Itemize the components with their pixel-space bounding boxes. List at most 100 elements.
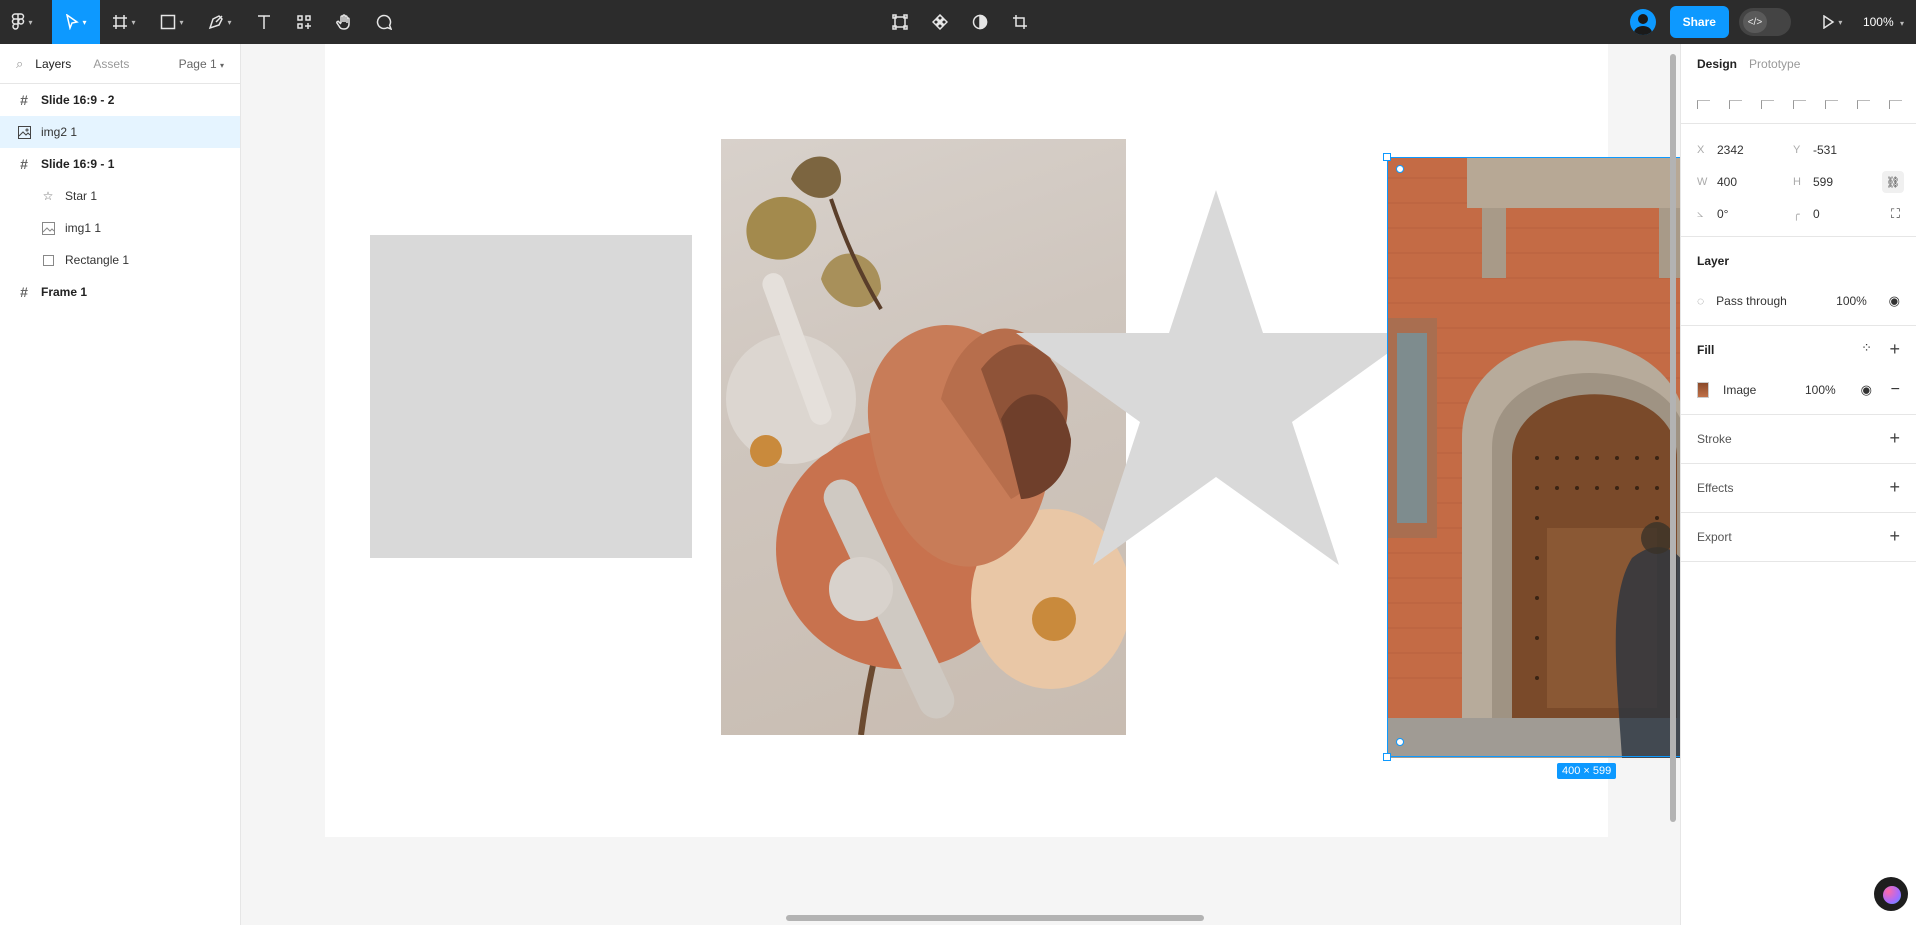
tab-assets[interactable]: Assets <box>93 57 129 71</box>
text-tool-button[interactable] <box>244 0 284 44</box>
tab-prototype[interactable]: Prototype <box>1749 57 1800 71</box>
cursor-icon <box>66 14 80 30</box>
frame-icon: # <box>20 156 28 172</box>
remove-fill-icon[interactable]: − <box>1891 381 1900 399</box>
align-bottom-icon[interactable] <box>1855 97 1873 111</box>
width-input[interactable]: 400 <box>1717 175 1793 189</box>
search-icon[interactable]: ⌕ <box>16 56 23 72</box>
rotation-icon: ⦣ <box>1697 207 1704 220</box>
fill-section-title: Fill <box>1697 343 1715 357</box>
corner-radius-input[interactable]: 0 <box>1813 207 1889 221</box>
position-size-section: X 2342 Y -531 W 400 H 599 ⛓ ⦣ 0° ╭ 0 ⛶ <box>1681 124 1916 237</box>
layer-label: Star 1 <box>65 189 98 203</box>
rotation-input[interactable]: 0° <box>1717 207 1793 221</box>
edit-icon <box>892 14 908 30</box>
ai-assistant-icon[interactable] <box>1874 877 1908 911</box>
x-input[interactable]: 2342 <box>1717 143 1793 157</box>
chevron-down-icon: ▾ <box>179 17 184 27</box>
tab-layers[interactable]: Layers <box>35 57 71 71</box>
add-export-icon[interactable]: + <box>1889 527 1900 545</box>
align-top-icon[interactable] <box>1791 97 1809 111</box>
resources-button[interactable] <box>284 0 324 44</box>
hand-tool-button[interactable] <box>324 0 364 44</box>
shape-tool-button[interactable]: ▾ <box>148 0 196 44</box>
layer-item-selected[interactable]: img2 1 <box>0 116 240 148</box>
move-tool-button[interactable]: ▾ <box>52 0 100 44</box>
zoom-dropdown[interactable]: 100% ▾ <box>1863 15 1904 29</box>
align-right-icon[interactable] <box>1759 97 1777 111</box>
crop-button[interactable] <box>1000 0 1040 44</box>
tab-design[interactable]: Design <box>1697 57 1737 71</box>
selection-size-badge: 400 × 599 <box>1557 763 1617 779</box>
canvas[interactable]: 400 × 599 <box>241 44 1680 925</box>
constrain-proportions-icon[interactable]: ⛓ <box>1882 171 1904 193</box>
height-input[interactable]: 599 <box>1813 175 1889 189</box>
figma-logo-icon <box>12 13 25 30</box>
chevron-down-icon: ▾ <box>227 17 232 27</box>
star-1-shape[interactable] <box>1016 190 1416 570</box>
align-horizontal-center-icon[interactable] <box>1727 97 1745 111</box>
corner-radius-handle-bottom[interactable] <box>1396 738 1404 746</box>
add-fill-icon[interactable]: + <box>1889 340 1900 358</box>
add-effect-icon[interactable]: + <box>1889 478 1900 496</box>
page-selector[interactable]: Page 1 ▾ <box>179 57 224 71</box>
text-icon <box>258 15 270 29</box>
layer-item[interactable]: img1 1 <box>0 212 240 244</box>
share-button[interactable]: Share <box>1669 6 1729 38</box>
rectangle-icon <box>41 253 55 267</box>
align-vertical-center-icon[interactable] <box>1823 97 1841 111</box>
layer-label: Rectangle 1 <box>65 253 130 267</box>
left-panel-tabs: ⌕ Layers Assets Page 1 ▾ <box>0 44 240 84</box>
mask-button[interactable] <box>960 0 1000 44</box>
fill-visibility-eye-icon[interactable]: ◉ <box>1861 382 1872 398</box>
resize-handle-top-left[interactable] <box>1383 153 1391 161</box>
layer-item[interactable]: # Frame 1 <box>0 276 240 308</box>
independent-corners-icon[interactable]: ⛶ <box>1891 206 1900 222</box>
eye-icon[interactable]: ◉ <box>1889 293 1900 309</box>
vertical-scrollbar[interactable] <box>1670 54 1676 822</box>
corner-radius-handle-top[interactable] <box>1396 165 1404 173</box>
pen-tool-button[interactable]: ▾ <box>196 0 244 44</box>
layer-item[interactable]: Rectangle 1 <box>0 244 240 276</box>
distribute-icon[interactable] <box>1887 97 1905 111</box>
comment-tool-button[interactable] <box>364 0 404 44</box>
fill-type-label[interactable]: Image <box>1723 383 1805 397</box>
alignment-toolbar <box>1681 84 1916 124</box>
effects-section-title[interactable]: Effects <box>1681 464 1916 512</box>
export-section-title[interactable]: Export <box>1681 513 1916 561</box>
layer-opacity-input[interactable]: 100% <box>1836 294 1867 308</box>
rectangle-1[interactable] <box>370 235 692 558</box>
zoom-level: 100% <box>1862 15 1894 29</box>
blend-mode-dropdown[interactable]: Pass through <box>1716 294 1836 308</box>
comment-icon <box>376 14 392 30</box>
present-button[interactable]: ▾ <box>1817 0 1847 44</box>
layer-item[interactable]: # Slide 16:9 - 1 <box>0 148 240 180</box>
styles-grid-icon[interactable]: ⁘ <box>1861 340 1872 356</box>
design-panel: Design Prototype X 2342 Y -531 W 400 H 5… <box>1680 44 1916 925</box>
corner-radius-icon: ╭ <box>1793 208 1800 221</box>
main-menu-button[interactable]: ▾ <box>0 0 44 44</box>
avatar[interactable] <box>1629 9 1656 35</box>
edit-object-button[interactable] <box>880 0 920 44</box>
y-input[interactable]: -531 <box>1813 143 1889 157</box>
contrast-icon <box>972 14 988 30</box>
img2-door-image[interactable] <box>1387 158 1680 758</box>
contextual-tools <box>880 0 1040 44</box>
fill-row: Image 100% ◉ − <box>1681 374 1916 406</box>
y-label: Y <box>1793 144 1801 156</box>
add-stroke-icon[interactable]: + <box>1889 429 1900 447</box>
fill-opacity-input[interactable]: 100% <box>1805 383 1836 397</box>
top-toolbar: ▾ ▾ ▾ ▾ ▾ Share </> ▾ 100% ▾ <box>0 0 1916 44</box>
image-fill-swatch[interactable] <box>1697 382 1709 398</box>
stroke-section-title[interactable]: Stroke <box>1681 415 1916 463</box>
dev-mode-toggle[interactable]: </> <box>1738 8 1791 36</box>
layer-item[interactable]: # Slide 16:9 - 2 <box>0 84 240 116</box>
w-label: W <box>1697 176 1708 188</box>
resize-handle-bottom-left[interactable] <box>1383 753 1391 761</box>
horizontal-scrollbar[interactable] <box>786 915 1204 921</box>
frame-tool-button[interactable]: ▾ <box>100 0 148 44</box>
align-left-icon[interactable] <box>1695 97 1713 111</box>
component-button[interactable] <box>920 0 960 44</box>
layer-label: Slide 16:9 - 1 <box>41 157 115 171</box>
layer-item[interactable]: ☆ Star 1 <box>0 180 240 212</box>
